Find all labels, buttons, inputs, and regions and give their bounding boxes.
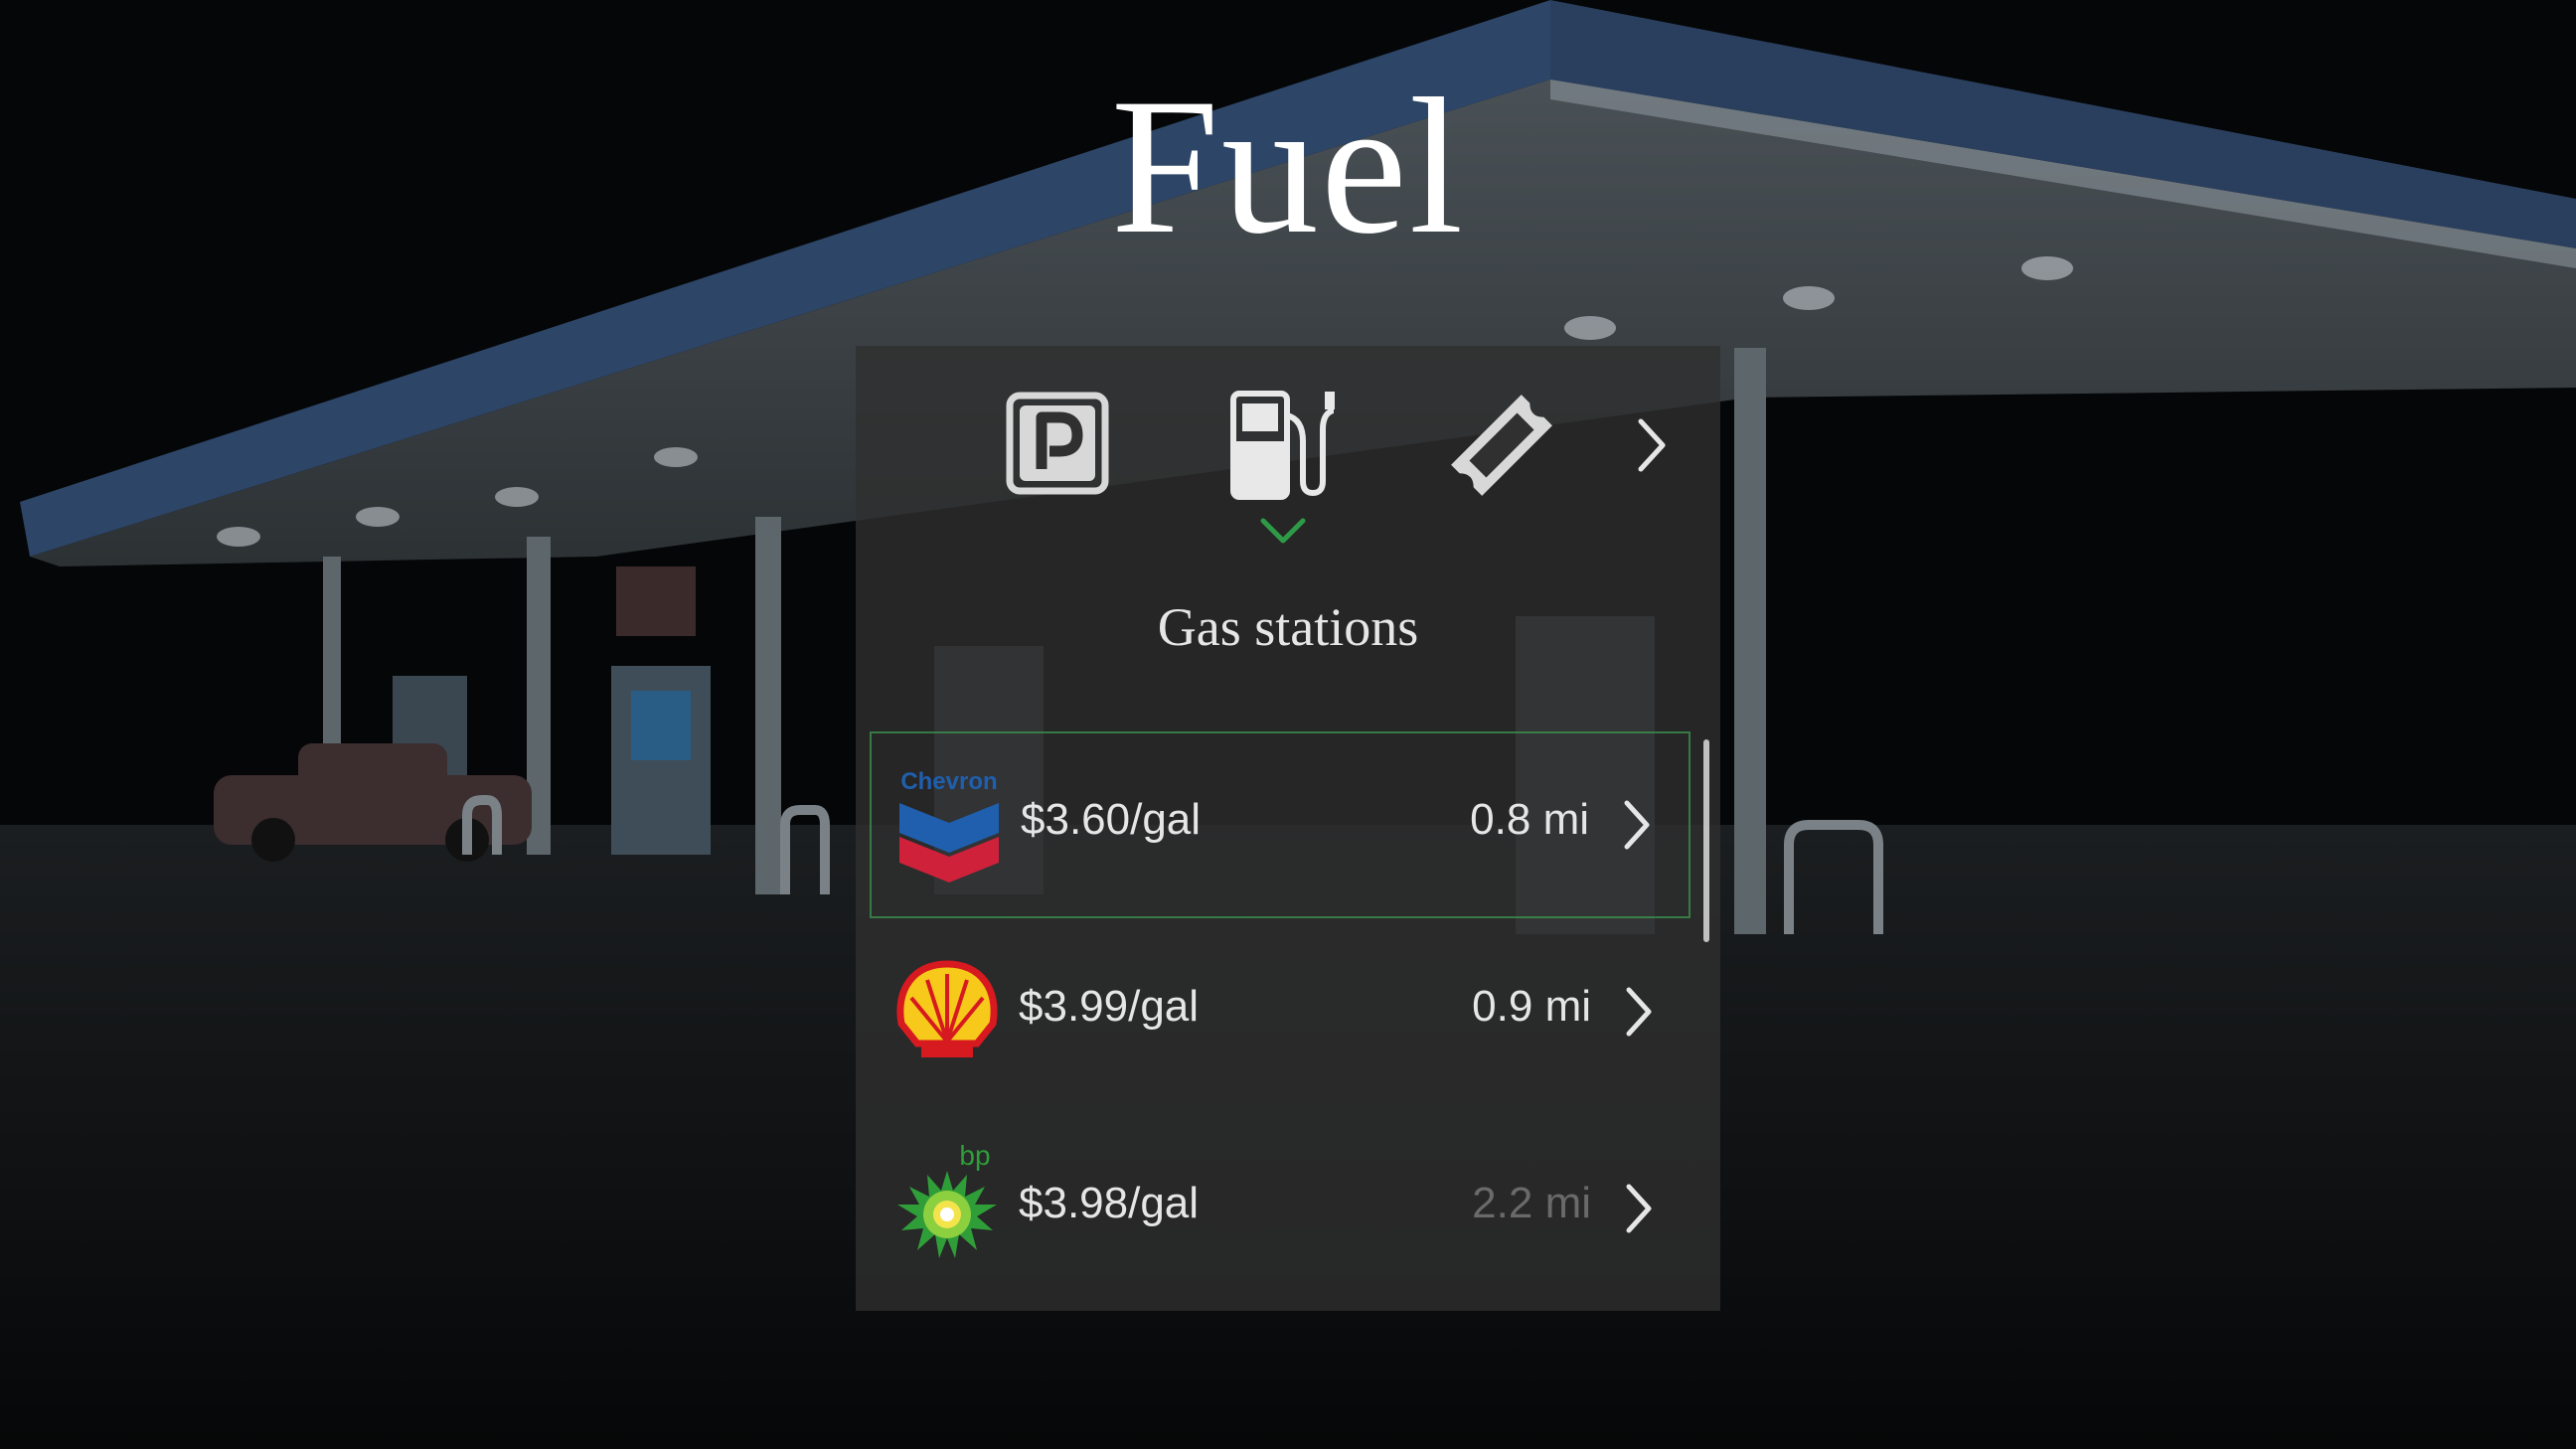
chevron-right-icon [1617,1181,1661,1236]
ticket-icon [1451,395,1552,496]
svg-text:Chevron: Chevron [900,768,997,795]
chevron-right-icon [1615,797,1659,853]
shell-logo [893,946,1001,1073]
fuel-pump-icon [1230,391,1335,500]
station-distance: 0.8 mi [1470,795,1589,844]
station-row-chevron[interactable]: Chevron $3.60/gal 0.8 mi [870,731,1690,918]
list-scrollbar[interactable] [1703,739,1709,942]
tickets-category-button[interactable] [1442,386,1561,505]
station-price: $3.60/gal [1021,795,1202,844]
station-row-shell[interactable]: $3.99/gal 0.9 mi [870,920,1690,1107]
chevron-right-icon [1617,984,1661,1040]
chevron-right-icon [1638,418,1666,472]
fuel-panel: Gas stations Chevron $3.60/gal 0.8 mi $3… [856,346,1720,1311]
svg-text:bp: bp [959,1143,990,1171]
selected-category-indicator [1233,513,1333,553]
fuel-category-button[interactable] [1223,386,1343,505]
station-price: $3.99/gal [1019,982,1200,1031]
page-title: Fuel [1110,59,1466,274]
fuel-screen: Fuel Gas stations Chevron $3.60/gal 0.8 … [0,0,2576,1449]
station-distance: 2.2 mi [1472,1179,1591,1227]
section-title: Gas stations [1157,597,1419,657]
station-price: $3.98/gal [1019,1179,1200,1227]
station-row-bp[interactable]: bp $3.98/gal 2.2 mi [870,1117,1690,1304]
chevron-logo: Chevron [895,759,1003,886]
bp-logo: bp [893,1140,1001,1270]
category-bar [856,346,1720,564]
next-category-button[interactable] [1611,405,1690,485]
station-distance: 0.9 mi [1472,982,1591,1031]
parking-icon [1006,392,1109,495]
parking-category-button[interactable] [996,386,1115,505]
